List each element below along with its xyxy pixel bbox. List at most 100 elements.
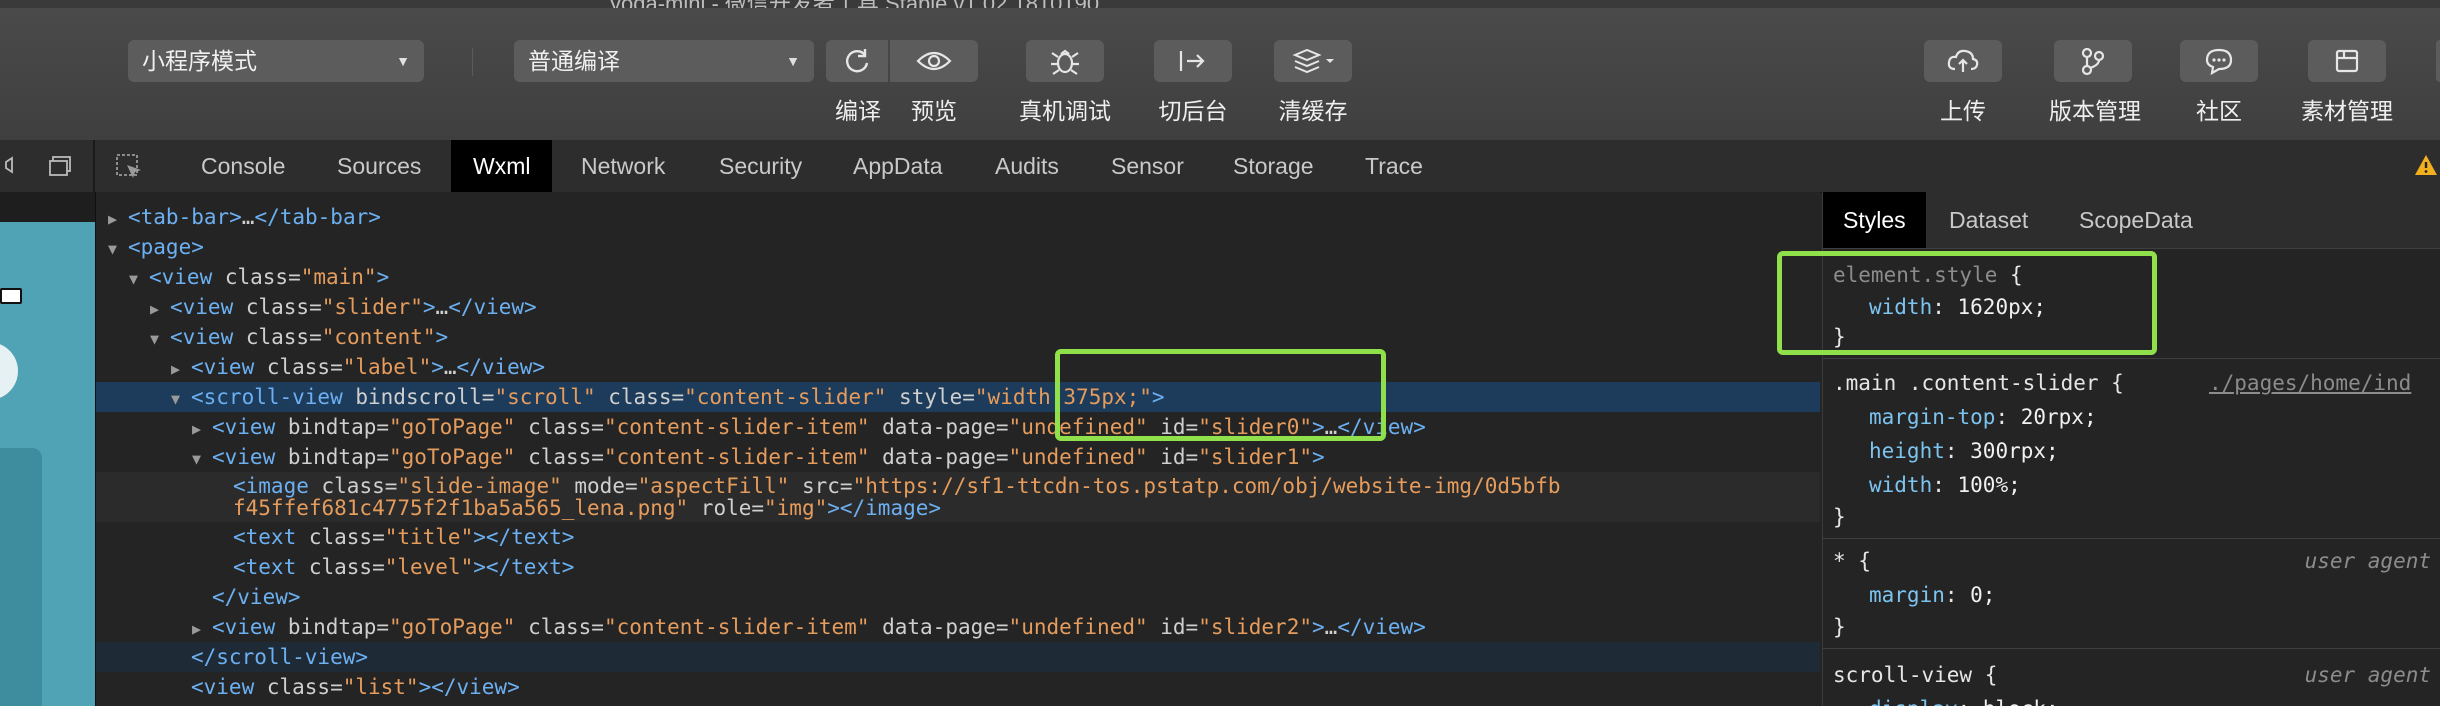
wxml-node-row[interactable]: ▶ <view class="slider">…</view> [96, 292, 1820, 322]
collapse-triangle-icon[interactable]: ▶ [150, 294, 170, 324]
tab-appdata[interactable]: AppData [853, 140, 943, 192]
tab-sources[interactable]: Sources [337, 140, 421, 192]
wxml-node-row[interactable]: ▼ <page> [96, 232, 1820, 262]
wxml-token: > [1151, 385, 1165, 409]
rule-selector: * { [1833, 544, 1871, 578]
tab-audits[interactable]: Audits [995, 140, 1059, 192]
tab-console[interactable]: Console [201, 140, 285, 192]
wxml-node-row[interactable]: <text class="title"></text> [96, 522, 1820, 552]
wxml-node-row[interactable]: ▶ <view bindtap="goToPage" class="content… [96, 612, 1820, 642]
more-button[interactable] [2436, 40, 2440, 82]
wxml-token: "width:375px;" [974, 385, 1152, 409]
property-name: margin-top [1869, 405, 1996, 429]
wxml-token: bindtap= [287, 615, 390, 639]
wxml-token: class= [528, 415, 604, 439]
wxml-token: class= [308, 555, 385, 579]
version-button[interactable] [2054, 40, 2132, 82]
inspect-element-icon[interactable] [114, 152, 144, 182]
tab-sensor[interactable]: Sensor [1111, 140, 1184, 192]
wxml-token: "undefined" [1008, 415, 1161, 439]
wxml-node-row[interactable]: ▼ <view class="main"> [96, 262, 1820, 292]
warning-icon[interactable] [2414, 154, 2438, 176]
wxml-node-row[interactable]: </view> [96, 582, 1820, 612]
wxml-node-row[interactable]: ▼ <view class="content"> [96, 322, 1820, 352]
wxml-node-code: </view> [212, 585, 301, 609]
wxml-node-row[interactable]: <view class="list"></view> [96, 672, 1820, 702]
style-declaration[interactable]: width: 100%; [1869, 468, 2021, 502]
style-declaration[interactable]: display: block; [1869, 692, 2059, 706]
wxml-token: … [435, 295, 449, 319]
wxml-token: data-page= [882, 615, 1009, 639]
remote-debug-button[interactable] [1026, 40, 1104, 82]
property-name: width [1869, 473, 1933, 497]
compile-button[interactable] [826, 40, 888, 82]
assets-button[interactable] [2308, 40, 2386, 82]
community-button[interactable] [2180, 40, 2258, 82]
tab-scopedata[interactable]: ScopeData [2079, 192, 2193, 248]
wxml-node-row[interactable]: ▼ <view bindtap="goToPage" class="content… [96, 442, 1820, 472]
expand-triangle-icon[interactable]: ▼ [192, 444, 212, 474]
wxml-node-row[interactable]: ▶ <view bindtap="goToPage" class="content… [96, 412, 1820, 442]
wxml-token: class= [308, 525, 385, 549]
wxml-token: <view [149, 265, 225, 289]
tab-security[interactable]: Security [719, 140, 802, 192]
clear-cache-button[interactable] [1274, 40, 1352, 82]
wxml-node-row[interactable]: </scroll-view> [96, 642, 1820, 672]
property-value: 300rpx; [1970, 439, 2059, 463]
rule-source-link[interactable]: ./pages/home/ind [2209, 366, 2411, 400]
upload-button[interactable] [1924, 40, 2002, 82]
compile-mode-select[interactable]: 普通编译 ▼ [514, 40, 814, 82]
wxml-token: > [1312, 415, 1325, 439]
collapse-triangle-icon[interactable]: ▶ [192, 614, 212, 644]
background-button[interactable] [1154, 40, 1232, 82]
collapse-triangle-icon[interactable]: ▶ [171, 354, 191, 384]
element-style-declaration[interactable]: width: 1620px; [1869, 290, 2046, 324]
expand-triangle-icon[interactable]: ▼ [108, 234, 128, 264]
cloud-upload-icon [1947, 49, 1979, 72]
preview-button[interactable] [890, 40, 978, 82]
dock-icon[interactable] [48, 154, 74, 178]
wxml-token: id= [1160, 445, 1199, 469]
wxml-token: … [1324, 615, 1338, 639]
wxml-token: "slider2" [1198, 615, 1312, 639]
wxml-token: "content-slider-item" [603, 445, 883, 469]
property-name: display [1869, 697, 1958, 706]
tab-network[interactable]: Network [581, 140, 665, 192]
tab-dataset[interactable]: Dataset [1949, 192, 2028, 248]
mode-select[interactable]: 小程序模式 ▼ [128, 40, 424, 82]
style-declaration[interactable]: margin-top: 20rpx; [1869, 400, 2097, 434]
version-label: 版本管理 [2049, 98, 2141, 124]
expand-triangle-icon[interactable]: ▼ [129, 264, 149, 294]
device-icon[interactable] [4, 154, 20, 176]
wxml-token: bindscroll= [355, 385, 495, 409]
collapse-triangle-icon[interactable]: ▶ [108, 204, 128, 234]
window-title: yoga-mini - 微信开发者工具 Stable v1.02.1810190 [610, 0, 1099, 8]
selector-text: .main .content-slider [1833, 371, 2099, 395]
slider-card[interactable] [0, 448, 42, 706]
open-brace: { [1984, 663, 1998, 687]
style-declaration[interactable]: margin: 0; [1869, 578, 1995, 612]
property-value: 100%; [1957, 473, 2021, 497]
tab-storage[interactable]: Storage [1233, 140, 1314, 192]
expand-triangle-icon[interactable]: ▼ [150, 324, 170, 354]
wxml-node-row[interactable]: <image class="slide-image" mode="aspectF… [96, 472, 1820, 522]
tab-wxml[interactable]: Wxml [451, 140, 553, 192]
rule-selector: scroll-view { [1833, 658, 1997, 692]
wxml-token: "content" [321, 325, 436, 349]
wxml-node-row[interactable]: <text class="level"></text> [96, 552, 1820, 582]
wxml-token: id= [1160, 615, 1199, 639]
wxml-node-row[interactable]: ▼ <scroll-view bindscroll="scroll" class=… [96, 382, 1820, 412]
tab-styles[interactable]: Styles [1823, 192, 1926, 248]
collapse-triangle-icon[interactable]: ▶ [192, 414, 212, 444]
bug-icon [1051, 49, 1079, 75]
mode-select-value: 小程序模式 [142, 48, 257, 74]
property-name: height [1869, 439, 1945, 463]
wxml-node-row[interactable]: ▶ <tab-bar>…</tab-bar> [96, 202, 1820, 232]
wxml-token: > [422, 295, 436, 319]
expand-triangle-icon[interactable]: ▼ [171, 384, 191, 414]
wxml-node-code: <text class="level"></text> [233, 555, 574, 579]
style-declaration[interactable]: height: 300rpx; [1869, 434, 2059, 468]
wxml-token: <text [233, 525, 309, 549]
tab-trace[interactable]: Trace [1365, 140, 1423, 192]
wxml-node-row[interactable]: ▶ <view class="label">…</view> [96, 352, 1820, 382]
